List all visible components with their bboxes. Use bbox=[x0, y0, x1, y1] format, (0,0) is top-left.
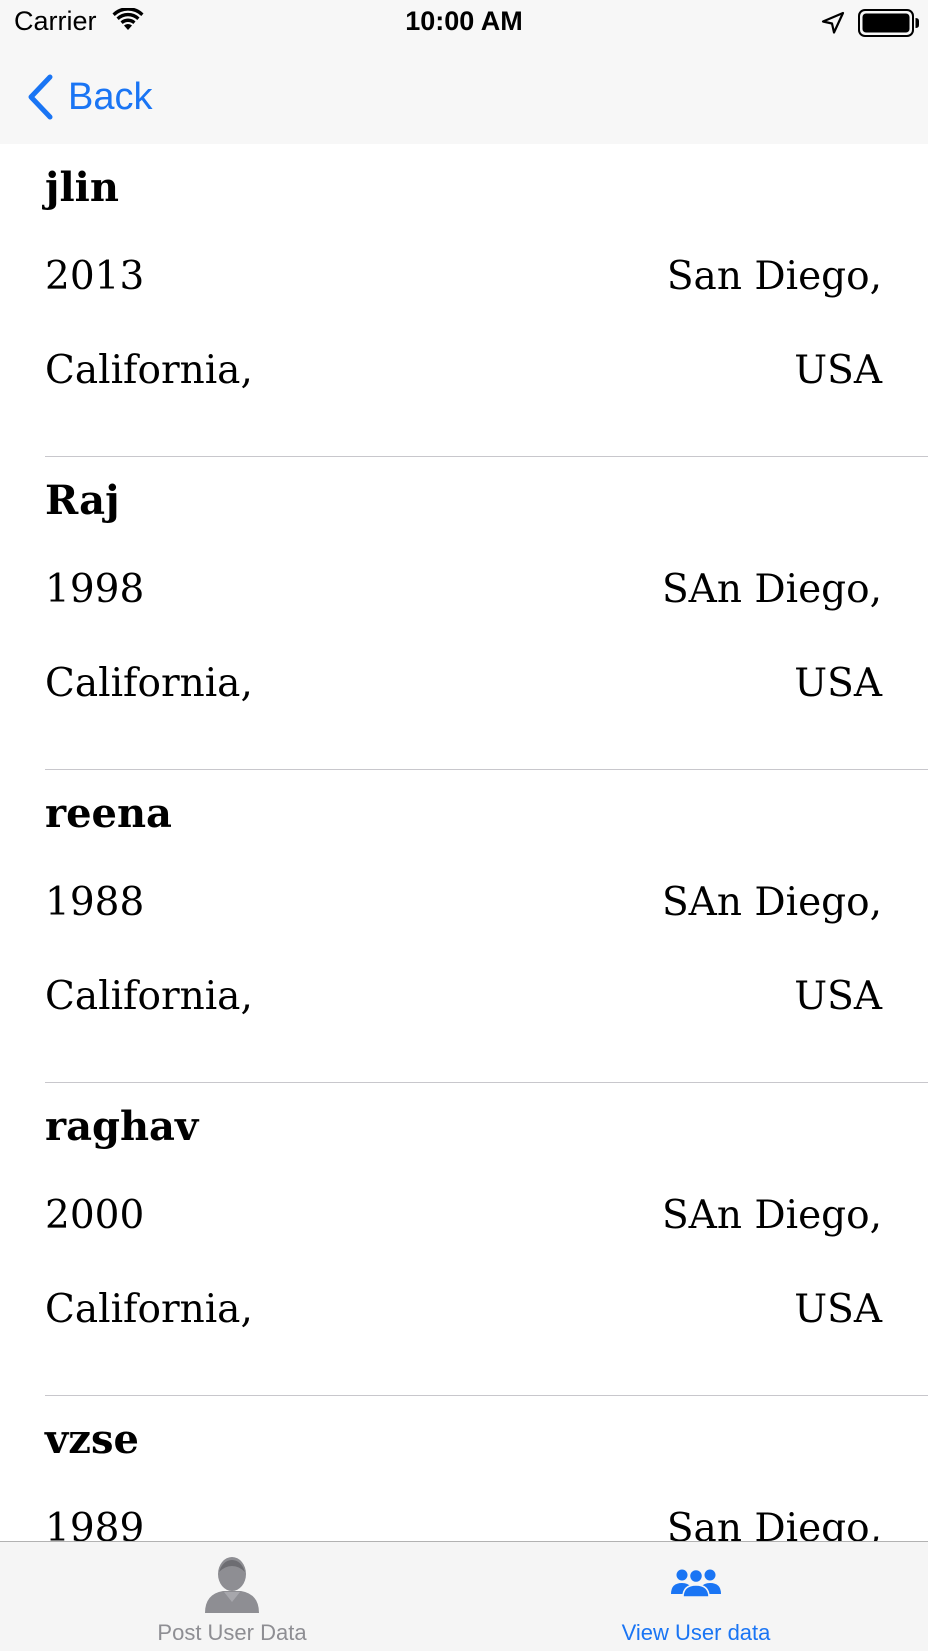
user-year: 2000 bbox=[45, 1193, 145, 1238]
user-name: vzse bbox=[45, 1416, 139, 1463]
user-country: USA bbox=[794, 348, 882, 393]
list-item[interactable]: Raj 1998 SAn Diego, California, USA bbox=[0, 457, 928, 770]
user-name: Raj bbox=[45, 477, 120, 524]
tab-label: View User data bbox=[621, 1620, 771, 1645]
user-list[interactable]: jlin 2013 San Diego, California, USA Raj… bbox=[0, 144, 928, 1541]
list-item[interactable]: jlin 2013 San Diego, California, USA bbox=[0, 144, 928, 457]
user-country: USA bbox=[794, 1287, 882, 1332]
user-city: SAn Diego, bbox=[661, 880, 882, 925]
user-city: San Diego, bbox=[666, 254, 882, 299]
user-country: USA bbox=[794, 661, 882, 706]
status-time: 10:00 AM bbox=[405, 6, 523, 36]
user-year: 1989 bbox=[45, 1506, 145, 1541]
back-button[interactable]: Back bbox=[26, 72, 152, 122]
user-name: raghav bbox=[45, 1103, 199, 1150]
tab-view-user-data[interactable]: View User data bbox=[464, 1542, 928, 1652]
tab-label: Post User Data bbox=[157, 1620, 307, 1645]
user-city: SAn Diego, bbox=[661, 1193, 882, 1238]
chevron-left-icon bbox=[28, 74, 53, 120]
user-state: California, bbox=[45, 348, 253, 393]
user-year: 1988 bbox=[45, 880, 145, 925]
back-label: Back bbox=[68, 75, 153, 118]
list-item[interactable]: vzse 1989 San Diego, bbox=[0, 1396, 928, 1541]
user-state: California, bbox=[45, 974, 253, 1019]
list-item[interactable]: raghav 2000 SAn Diego, California, USA bbox=[0, 1083, 928, 1396]
tab-bar: Post User Data View User data bbox=[0, 1541, 928, 1651]
user-city: SAn Diego, bbox=[661, 567, 882, 612]
user-state: California, bbox=[45, 1287, 253, 1332]
user-year: 2013 bbox=[45, 254, 145, 299]
status-bar: Carrier 10:00 AM bbox=[0, 0, 928, 44]
list-item[interactable]: reena 1988 SAn Diego, California, USA bbox=[0, 770, 928, 1083]
navigation-bar: Back bbox=[0, 44, 928, 144]
user-name: reena bbox=[45, 790, 172, 837]
user-state: California, bbox=[45, 661, 253, 706]
user-name: jlin bbox=[45, 164, 119, 211]
person-icon bbox=[205, 1557, 259, 1613]
battery-icon bbox=[858, 9, 919, 37]
group-icon bbox=[671, 1568, 721, 1598]
user-city: San Diego, bbox=[666, 1506, 882, 1541]
tab-post-user-data[interactable]: Post User Data bbox=[0, 1542, 464, 1652]
user-year: 1998 bbox=[45, 567, 145, 612]
user-country: USA bbox=[794, 974, 882, 1019]
location-arrow-icon bbox=[821, 11, 845, 34]
